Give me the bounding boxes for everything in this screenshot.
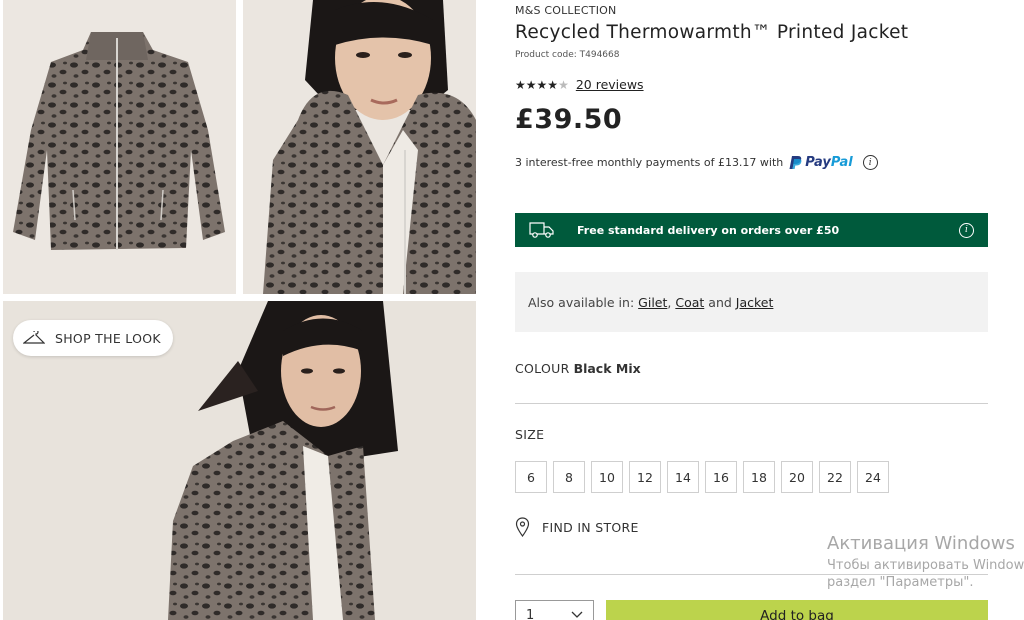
product-code: Product code: T494668 <box>515 50 620 60</box>
link-gilet[interactable]: Gilet <box>638 295 667 310</box>
reviews-link[interactable]: 20 reviews <box>576 77 644 92</box>
add-to-bag-button[interactable]: Add to bag <box>606 600 988 620</box>
separator-and: and <box>708 294 732 310</box>
delivery-text: Free standard delivery on orders over £5… <box>577 223 840 237</box>
paypal-installments: 3 interest-free monthly payments of £13.… <box>515 155 878 170</box>
paypal-text-pay: Pay <box>805 155 831 170</box>
product-price: £39.50 <box>515 104 623 135</box>
location-pin-icon <box>515 517 530 537</box>
size-label: SIZE <box>515 427 545 442</box>
activation-line-3: раздел "Параметры". <box>827 575 974 590</box>
activation-line-2: Чтобы активировать Windows, перейдите в <box>827 558 1024 573</box>
installments-text: 3 interest-free monthly payments of £13.… <box>515 156 784 169</box>
product-image-flatlay[interactable] <box>3 0 236 294</box>
product-image-model-closeup[interactable] <box>243 0 476 294</box>
shop-the-look-button[interactable]: SHOP THE LOOK <box>13 320 173 356</box>
find-in-store-label: FIND IN STORE <box>542 519 639 535</box>
link-coat[interactable]: Coat <box>675 295 704 310</box>
rating-row: ★ ★ ★ ★ ★ 20 reviews <box>515 77 644 92</box>
link-jacket[interactable]: Jacket <box>736 295 774 310</box>
size-option-20[interactable]: 20 <box>781 461 813 493</box>
colour-value: Black Mix <box>573 361 641 376</box>
star-icon: ★ <box>525 77 537 92</box>
info-icon[interactable]: i <box>862 155 878 170</box>
paypal-text-pal: Pal <box>830 155 853 170</box>
also-available-box: Also available in: Gilet, Coat and Jacke… <box>515 272 988 332</box>
paypal-logo: Pay Pal <box>789 155 853 170</box>
windows-activation-overlay: Активация Windows Чтобы активировать Win… <box>827 533 1024 590</box>
product-page: SHOP THE LOOK M&S COLLECTION Recycled Th… <box>0 0 1024 620</box>
activation-title: Активация Windows <box>827 533 1015 554</box>
add-to-bag-label: Add to bag <box>760 608 834 620</box>
delivery-banner: Free standard delivery on orders over £5… <box>515 213 988 247</box>
size-option-18[interactable]: 18 <box>743 461 775 493</box>
star-rating: ★ ★ ★ ★ ★ <box>515 77 569 92</box>
quantity-select[interactable]: 1 <box>515 600 594 620</box>
brand-name[interactable]: M&S COLLECTION <box>515 4 616 17</box>
quantity-value: 1 <box>526 607 535 620</box>
also-available-prefix: Also available in: <box>528 294 635 310</box>
star-icon: ★ <box>536 77 548 92</box>
size-options: 6 8 10 12 14 16 18 20 22 24 <box>515 461 889 493</box>
size-option-6[interactable]: 6 <box>515 461 547 493</box>
size-option-14[interactable]: 14 <box>667 461 699 493</box>
size-option-8[interactable]: 8 <box>553 461 585 493</box>
colour-label: COLOUR <box>515 361 570 376</box>
star-icon: ★ <box>515 77 526 92</box>
size-option-12[interactable]: 12 <box>629 461 661 493</box>
colour-row: COLOUR Black Mix <box>515 361 641 376</box>
size-option-22[interactable]: 22 <box>819 461 851 493</box>
hanger-icon <box>23 331 45 344</box>
paypal-icon <box>789 156 802 169</box>
separator-comma: , <box>667 294 672 310</box>
chevron-down-icon <box>571 611 583 618</box>
divider <box>515 403 988 404</box>
size-option-10[interactable]: 10 <box>591 461 623 493</box>
find-in-store-button[interactable]: FIND IN STORE <box>515 517 639 537</box>
delivery-van-icon <box>529 222 554 238</box>
product-title: Recycled Thermowarmth™ Printed Jacket <box>515 22 909 43</box>
delivery-info-icon[interactable]: i <box>959 222 974 238</box>
size-option-24[interactable]: 24 <box>857 461 889 493</box>
shop-the-look-label: SHOP THE LOOK <box>55 330 161 346</box>
star-icon: ★ <box>547 77 558 92</box>
star-empty-icon: ★ <box>558 77 569 92</box>
size-option-16[interactable]: 16 <box>705 461 737 493</box>
